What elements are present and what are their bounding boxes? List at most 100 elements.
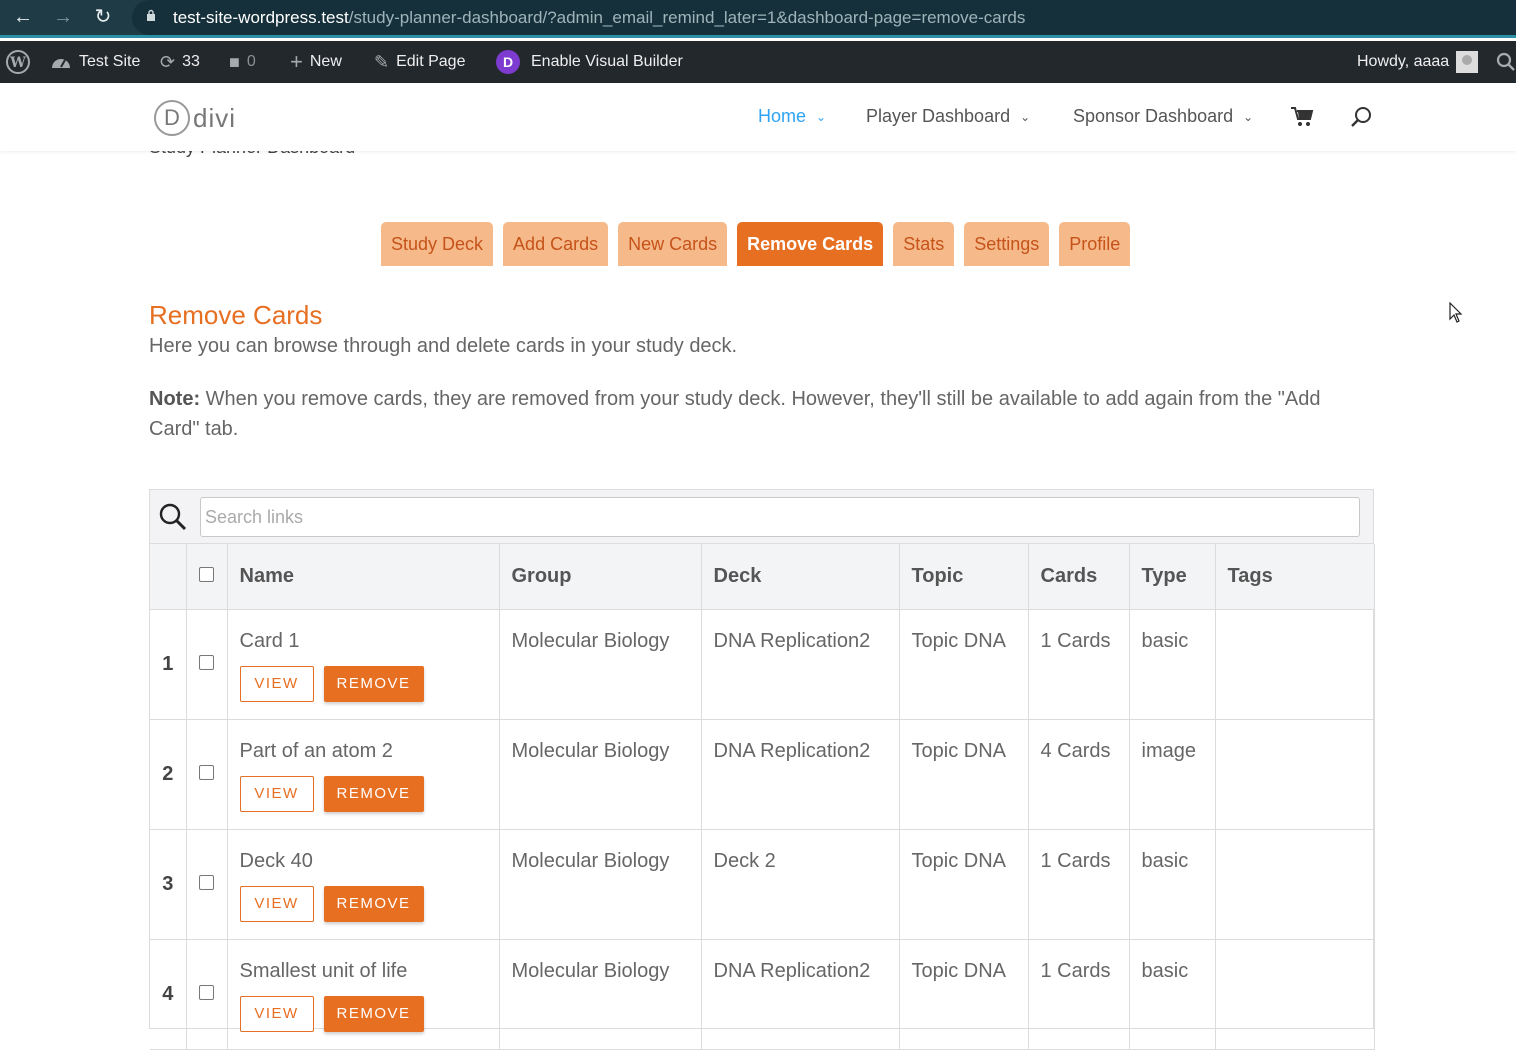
table-row: 3 Deck 40 VIEW REMOVE Molecular Biology D… [150, 829, 1375, 940]
menu-item-home[interactable]: Home ⌄ [758, 106, 826, 127]
row-number-header [150, 544, 187, 610]
select-all-checkbox-cell [186, 544, 228, 610]
row-checkbox-cell [186, 609, 228, 720]
howdy-label: Howdy, aaaa [1357, 53, 1450, 70]
remove-button[interactable]: REMOVE [323, 665, 424, 702]
site-name-label: Test Site [79, 53, 141, 70]
deck-cell: DNA Replication2 [701, 719, 900, 830]
edit-page-link[interactable]: ✎ Edit Page [374, 41, 465, 83]
card-name: Card 1 [239, 629, 300, 652]
forward-arrow-icon[interactable]: → [50, 4, 76, 30]
plus-icon: + [290, 49, 303, 74]
menu-item-player-dashboard[interactable]: Player Dashboard ⌄ [866, 106, 1030, 127]
topic-cell: Topic DNA [899, 829, 1029, 940]
column-header-cards[interactable]: Cards [1028, 544, 1130, 610]
reload-icon[interactable]: ↻ [90, 4, 116, 30]
column-header-group[interactable]: Group [499, 544, 702, 610]
view-button[interactable]: VIEW [239, 665, 314, 702]
tags-cell [1215, 939, 1375, 1050]
select-all-checkbox[interactable] [199, 566, 214, 582]
table-row: 4 Smallest unit of life VIEW REMOVE Molec… [150, 939, 1375, 1050]
row-checkbox-cell [186, 939, 228, 1050]
card-name: Deck 40 [239, 849, 313, 872]
updates-icon: ⟳ [160, 51, 176, 72]
remove-button[interactable]: REMOVE [323, 885, 424, 922]
column-header-tags[interactable]: Tags [1215, 544, 1375, 610]
row-checkbox[interactable] [199, 764, 214, 780]
view-button[interactable]: VIEW [239, 775, 314, 812]
cards-cell: 1 Cards [1028, 939, 1130, 1050]
remove-button[interactable]: REMOVE [323, 775, 424, 812]
search-icon [159, 503, 187, 531]
tab-settings[interactable]: Settings [964, 222, 1050, 266]
view-button[interactable]: VIEW [239, 995, 314, 1032]
site-logo[interactable]: D divi [154, 100, 236, 136]
group-cell: Molecular Biology [499, 829, 702, 940]
column-header-deck[interactable]: Deck [701, 544, 900, 610]
name-cell: Deck 40 VIEW REMOVE [227, 829, 500, 940]
deck-cell: DNA Replication2 [701, 939, 900, 1050]
tab-study-deck[interactable]: Study Deck [381, 222, 494, 266]
dashboard-gauge-icon [52, 59, 70, 68]
admin-search-icon[interactable] [1496, 41, 1516, 83]
my-account-link[interactable]: Howdy, aaaa [1357, 41, 1479, 83]
deck-cell: DNA Replication2 [701, 609, 900, 720]
wp-admin-bar: W Test Site ⟳ 33 ■ 0 + New ✎ Edit Page D… [0, 41, 1516, 83]
lock-icon [147, 9, 155, 21]
column-header-type[interactable]: Type [1129, 544, 1216, 610]
visual-builder-link[interactable]: D Enable Visual Builder [496, 41, 683, 83]
new-content-link[interactable]: + New [290, 41, 342, 83]
updates-link[interactable]: ⟳ 33 [160, 41, 200, 83]
wordpress-icon: W [6, 50, 30, 74]
table-row: 1 Card 1 VIEW REMOVE Molecular Biology DN… [150, 609, 1375, 720]
row-checkbox[interactable] [199, 984, 214, 1000]
note-text: Note: When you remove cards, they are re… [149, 384, 1369, 444]
edit-page-label: Edit Page [396, 53, 466, 70]
tab-profile[interactable]: Profile [1059, 222, 1131, 266]
row-checkbox-cell [186, 719, 228, 830]
row-checkbox[interactable] [199, 874, 214, 890]
type-cell: basic [1129, 939, 1216, 1050]
search-icon[interactable] [1350, 105, 1374, 129]
cards-cell: 1 Cards [1028, 609, 1130, 720]
row-checkbox[interactable] [199, 654, 214, 670]
type-cell: basic [1129, 829, 1216, 940]
menu-label: Home [758, 106, 807, 126]
cards-table: Name Group Deck Topic Cards Type Tags 1 … [150, 544, 1375, 1050]
tab-remove-cards[interactable]: Remove Cards [737, 222, 884, 266]
tab-new-cards[interactable]: New Cards [618, 222, 728, 266]
group-cell: Molecular Biology [499, 609, 702, 720]
row-number: 1 [150, 609, 187, 720]
site-name-link[interactable]: Test Site [50, 41, 140, 83]
menu-item-sponsor-dashboard[interactable]: Sponsor Dashboard ⌄ [1073, 106, 1253, 127]
view-button[interactable]: VIEW [239, 885, 314, 922]
divi-icon: D [496, 50, 520, 74]
url-text[interactable]: test-site-wordpress.test/study-planner-d… [173, 8, 1025, 28]
name-cell: Smallest unit of life VIEW REMOVE [227, 939, 500, 1050]
tags-cell [1215, 609, 1375, 720]
comments-link[interactable]: ■ 0 [229, 41, 256, 83]
note-label: Note: [149, 388, 201, 410]
tags-cell [1215, 719, 1375, 830]
pencil-icon: ✎ [374, 51, 390, 72]
avatar [1456, 51, 1479, 73]
name-cell: Card 1 VIEW REMOVE [227, 609, 500, 720]
wordpress-logo-icon[interactable]: W [6, 41, 30, 83]
browser-toolbar: ← → ↻ test-site-wordpress.test/study-pla… [0, 0, 1516, 38]
menu-label: Player Dashboard [866, 106, 1011, 126]
row-number: 2 [150, 719, 187, 830]
cart-icon[interactable] [1290, 105, 1314, 129]
tab-add-cards[interactable]: Add Cards [503, 222, 609, 266]
back-arrow-icon[interactable]: ← [10, 4, 36, 30]
chevron-down-icon: ⌄ [816, 109, 827, 124]
search-input[interactable] [200, 497, 1360, 537]
column-header-name[interactable]: Name [227, 544, 500, 610]
card-name: Part of an atom 2 [239, 739, 393, 762]
remove-button[interactable]: REMOVE [323, 995, 424, 1032]
topic-cell: Topic DNA [899, 939, 1029, 1050]
column-header-topic[interactable]: Topic [899, 544, 1029, 610]
cards-table-container: Name Group Deck Topic Cards Type Tags 1 … [149, 489, 1375, 1050]
chevron-down-icon: ⌄ [1243, 109, 1254, 124]
type-cell: image [1129, 719, 1216, 830]
tab-stats[interactable]: Stats [893, 222, 955, 266]
